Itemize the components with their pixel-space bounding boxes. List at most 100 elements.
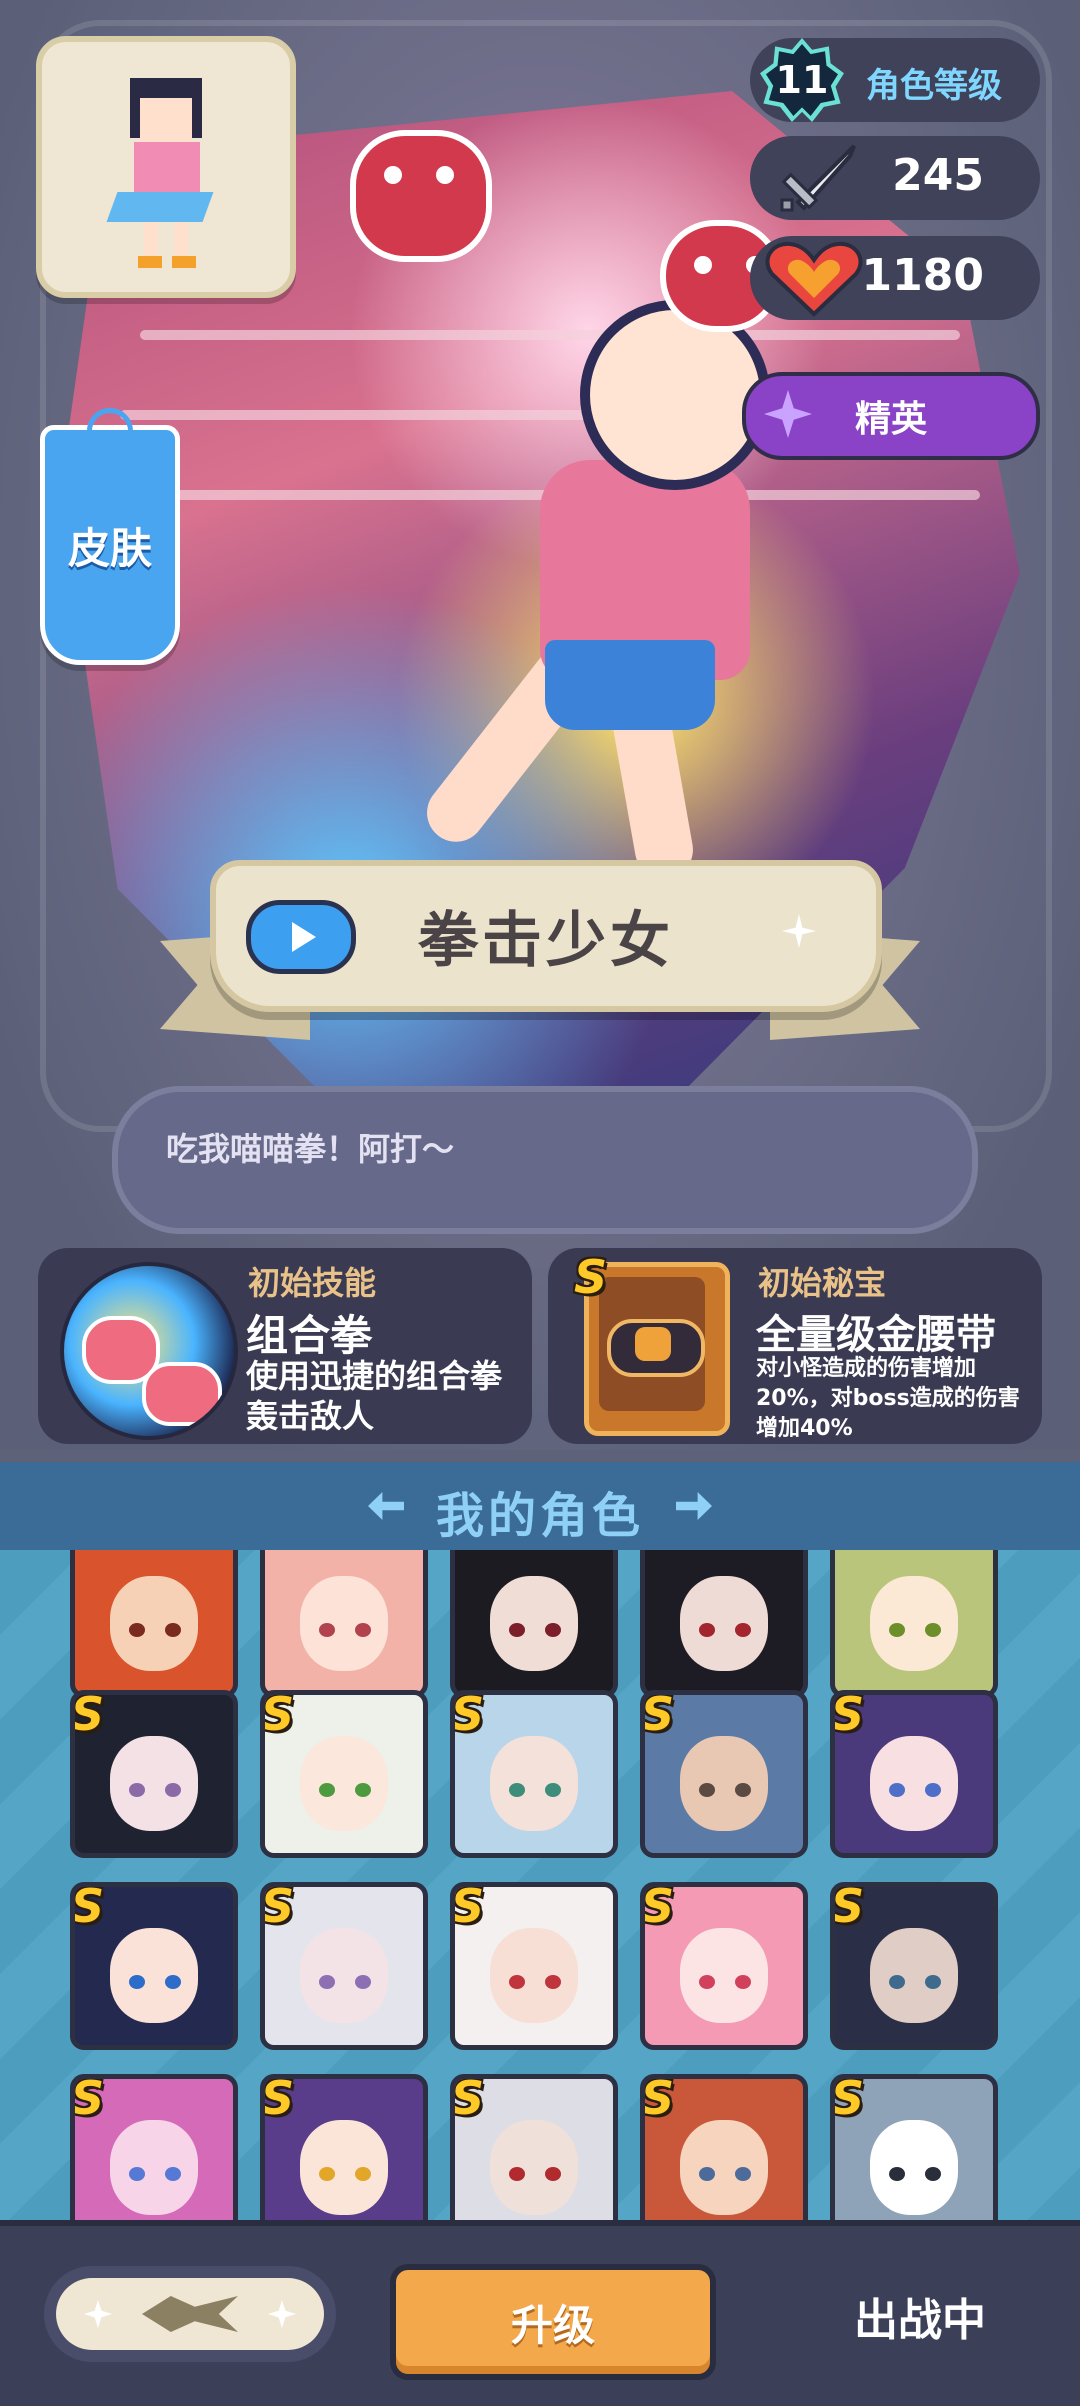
character-card[interactable]: S — [450, 2074, 618, 2220]
sparkle-icon — [268, 2300, 296, 2328]
character-eye — [924, 1623, 941, 1638]
skill-name: 组合拳 — [246, 1311, 373, 1360]
character-card[interactable] — [830, 1550, 998, 1698]
character-eye — [889, 1975, 906, 1990]
level-stat: 11 角色等级 — [750, 38, 1040, 122]
combo-punch-skill-icon — [60, 1262, 238, 1440]
character-eye — [354, 1975, 371, 1990]
character-eye — [924, 2167, 941, 2182]
character-card[interactable] — [640, 1550, 808, 1698]
character-eye — [734, 1783, 751, 1798]
character-eye — [129, 1783, 146, 1798]
character-eye — [129, 1623, 146, 1638]
character-eye — [924, 1975, 941, 1990]
character-card[interactable] — [260, 1550, 428, 1698]
character-eye — [544, 1623, 561, 1638]
character-face — [489, 2120, 579, 2215]
character-card[interactable] — [450, 1550, 618, 1698]
s-grade-badge: S — [261, 1690, 295, 1741]
character-card[interactable]: S — [450, 1882, 618, 2050]
character-eye — [924, 1783, 941, 1798]
skin-pill-inner — [56, 2278, 324, 2350]
deployed-status[interactable]: 出战中 — [760, 2284, 1080, 2348]
character-eye — [734, 1975, 751, 1990]
pixel-face — [140, 98, 192, 142]
character-face — [299, 1928, 389, 2023]
character-eye — [509, 2167, 526, 2182]
character-card[interactable]: S — [640, 1690, 808, 1858]
character-card[interactable]: S — [70, 1690, 238, 1858]
treasure-description: 对小怪造成的伤害增加20%，对boss造成的伤害增加40% — [756, 1356, 1020, 1441]
character-card[interactable]: S — [260, 1882, 428, 2050]
initial-skill-card[interactable]: 初始技能 组合拳 使用迅捷的组合拳轰击敌人 — [38, 1248, 532, 1444]
s-grade-badge: S — [71, 2074, 105, 2125]
upgrade-button[interactable]: 升级 — [390, 2264, 716, 2380]
upgrade-label: 升级 — [510, 2300, 595, 2350]
character-card[interactable]: S — [260, 2074, 428, 2220]
character-card[interactable]: S — [640, 2074, 808, 2220]
pixel-portrait[interactable] — [36, 36, 296, 298]
character-face — [109, 2120, 199, 2215]
sparkle-icon — [84, 2300, 112, 2328]
character-eye — [319, 1783, 336, 1798]
character-card[interactable]: S — [640, 1882, 808, 2050]
character-card[interactable]: S — [830, 1882, 998, 2050]
ring-rope — [100, 490, 980, 500]
character-face — [299, 2120, 389, 2215]
cat-emblem — [635, 1327, 671, 1361]
initial-treasure-card[interactable]: S 初始秘宝 全量级金腰带 对小怪造成的伤害增加20%，对boss造成的伤害增加… — [548, 1248, 1042, 1444]
character-eye — [354, 1783, 371, 1798]
wing-emblem-icon — [142, 2296, 238, 2332]
character-eye — [129, 2167, 146, 2182]
character-card[interactable]: S — [450, 1690, 618, 1858]
character-card[interactable]: S — [70, 1882, 238, 2050]
treasure-category: 初始秘宝 — [758, 1264, 887, 1302]
character-eye — [354, 1623, 371, 1638]
character-eye — [509, 1783, 526, 1798]
character-eye — [509, 1975, 526, 1990]
character-eye — [544, 1975, 561, 1990]
boxing-glove-icon — [350, 130, 492, 262]
character-face — [489, 1576, 579, 1671]
character-face — [299, 1736, 389, 1831]
hero-quote-box: 吃我喵喵拳！阿打～ — [112, 1086, 978, 1234]
s-grade-badge: S — [451, 1882, 485, 1933]
level-label: 角色等级 — [866, 66, 1002, 106]
character-eye — [889, 1623, 906, 1638]
s-grade-badge: S — [831, 2074, 865, 2125]
character-card[interactable]: S — [260, 1690, 428, 1858]
my-characters-header: 我的角色 — [0, 1462, 1080, 1550]
skin-select-button[interactable] — [44, 2266, 336, 2362]
character-face — [109, 1576, 199, 1671]
character-face — [869, 1928, 959, 2023]
s-grade-badge: S — [641, 1690, 675, 1741]
s-grade-badge: S — [451, 1690, 485, 1741]
s-grade-badge: S — [71, 1690, 105, 1741]
sword-icon — [780, 144, 856, 212]
level-value: 11 — [775, 58, 829, 102]
character-grid[interactable]: S S S S S S S S S S S S S S S — [0, 1550, 1080, 2220]
character-eye — [544, 2167, 561, 2182]
skin-button[interactable]: 皮肤 — [40, 408, 180, 665]
character-eye — [734, 2167, 751, 2182]
character-eye — [509, 1623, 526, 1638]
character-eye — [129, 1975, 146, 1990]
character-eye — [699, 2167, 716, 2182]
character-eye — [164, 1783, 181, 1798]
character-card[interactable] — [70, 1550, 238, 1698]
character-eye — [699, 1623, 716, 1638]
character-card[interactable]: S — [830, 1690, 998, 1858]
glove-shape — [142, 1362, 222, 1426]
character-eye — [319, 1623, 336, 1638]
treasure-name: 全量级金腰带 — [756, 1312, 996, 1358]
s-grade-badge: S — [831, 1690, 865, 1741]
character-eye — [164, 1623, 181, 1638]
rank-badge: 精英 — [742, 372, 1040, 460]
character-eye — [319, 1975, 336, 1990]
character-card[interactable]: S — [830, 2074, 998, 2220]
character-card[interactable]: S — [70, 2074, 238, 2220]
health-stat: 1180 — [750, 236, 1040, 320]
character-face — [869, 1736, 959, 1831]
health-value: 1180 — [861, 250, 984, 301]
character-face — [679, 2120, 769, 2215]
